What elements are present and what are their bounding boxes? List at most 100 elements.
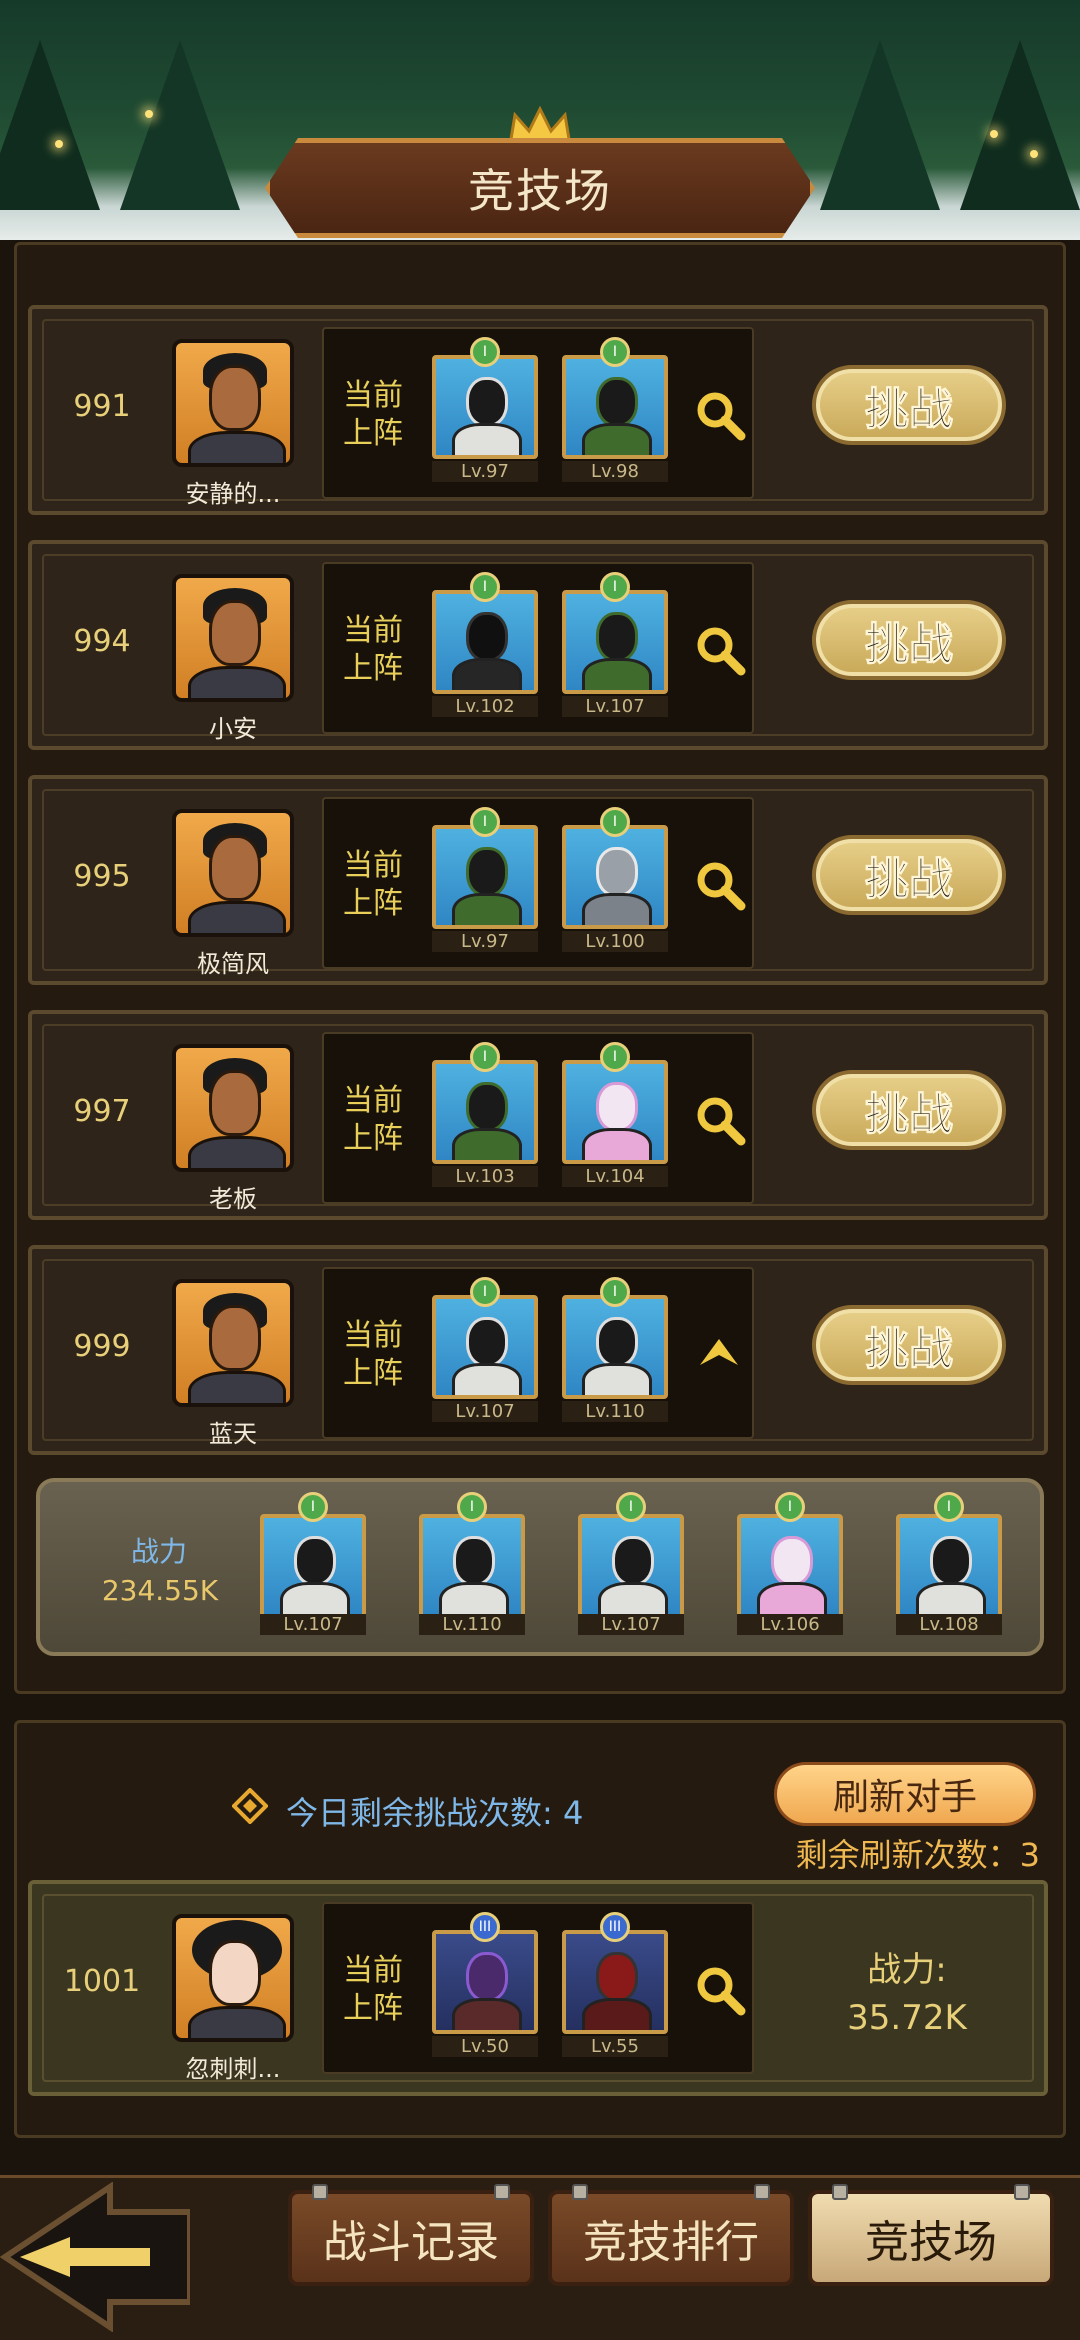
firefly [990, 130, 998, 138]
tree-silhouette [0, 40, 100, 210]
opponent-team-box: 当前 上阵 I Lv.107 I Lv.110 [322, 1267, 754, 1439]
hero-level: Lv.110 [562, 1401, 668, 1422]
hero-rank-badge: I [600, 572, 630, 602]
hero-level: Lv.97 [432, 461, 538, 482]
hero-level: Lv.98 [562, 461, 668, 482]
self-rank: 1001 [63, 1964, 141, 1999]
hero-portrait[interactable] [432, 1930, 538, 2034]
tree-silhouette [820, 40, 940, 210]
opponent-name: 蓝天 [209, 1420, 257, 1448]
hero-portrait[interactable] [432, 590, 538, 694]
hero-level: Lv.107 [562, 696, 668, 717]
hero-portrait[interactable] [562, 825, 668, 929]
hero-rank-badge: I [470, 807, 500, 837]
hero-rank-badge: I [600, 1277, 630, 1307]
hero-rank-badge: I [600, 337, 630, 367]
hero-portrait[interactable] [737, 1514, 843, 1618]
chevron-up-icon[interactable] [696, 1333, 742, 1373]
challenge-button[interactable]: 挑战 [812, 365, 1006, 445]
search-icon[interactable] [694, 389, 746, 441]
hero-rank-badge: I [470, 337, 500, 367]
hero-rank-badge: I [600, 1042, 630, 1072]
self-avatar[interactable] [172, 1914, 294, 2042]
opponent-avatar[interactable] [172, 1279, 294, 1407]
opponent-avatar[interactable] [172, 809, 294, 937]
challenge-button-label: 挑战 [865, 384, 954, 436]
diamond-icon [232, 1788, 268, 1824]
hero-level: Lv.107 [578, 1614, 684, 1635]
challenge-button[interactable]: 挑战 [812, 835, 1006, 915]
challenge-button[interactable]: 挑战 [812, 1305, 1006, 1385]
hero-level: Lv.107 [432, 1401, 538, 1422]
back-arrow-icon[interactable] [0, 2182, 190, 2332]
search-icon[interactable] [694, 859, 746, 911]
hero-level: Lv.100 [562, 931, 668, 952]
power-value: 234.55K [101, 1574, 219, 1607]
opponent-name: 极简风 [197, 950, 269, 978]
nav-tab[interactable]: 竞技排行 [548, 2184, 794, 2286]
opponent-rank: 994 [73, 624, 131, 659]
hero-rank-badge: I [470, 1042, 500, 1072]
hero-level: Lv.110 [419, 1614, 525, 1635]
challenge-button-label: 挑战 [865, 619, 954, 671]
opponent-name: 安静的... [185, 480, 281, 508]
nav-tab-label: 战斗记录 [323, 2217, 499, 2268]
opponent-avatar[interactable] [172, 339, 294, 467]
team-label: 当前 上阵 [343, 378, 403, 451]
opponent-team-box: 当前 上阵 I Lv.97 I Lv.100 [322, 797, 754, 969]
firefly [145, 110, 153, 118]
hero-rank-badge: I [457, 1492, 487, 1522]
hero-level: Lv.97 [432, 931, 538, 952]
hero-level: Lv.107 [260, 1614, 366, 1635]
hero-level: Lv.50 [432, 2036, 538, 2057]
hero-portrait[interactable] [562, 355, 668, 459]
opponent-row: 999 蓝天 当前 上阵 I Lv.107 I Lv.110 挑战 [28, 1245, 1048, 1455]
opponent-avatar[interactable] [172, 1044, 294, 1172]
firefly [1030, 150, 1038, 158]
search-icon[interactable] [694, 1964, 746, 2016]
hero-portrait[interactable] [562, 1060, 668, 1164]
hero-level: Lv.104 [562, 1166, 668, 1187]
hero-portrait[interactable] [432, 355, 538, 459]
opponent-row: 994 小安 当前 上阵 I Lv.102 I Lv.107 挑战 [28, 540, 1048, 750]
opponent-row: 997 老板 当前 上阵 I Lv.103 I Lv.104 挑战 [28, 1010, 1048, 1220]
hero-portrait[interactable] [562, 590, 668, 694]
challenge-button[interactable]: 挑战 [812, 1070, 1006, 1150]
remaining-challenges-text: 今日剩余挑战次数: 4 [286, 1794, 584, 1832]
tree-silhouette [120, 40, 240, 210]
hero-rank-badge: I [934, 1492, 964, 1522]
opponent-row: 995 极简风 当前 上阵 I Lv.97 I Lv.100 挑战 [28, 775, 1048, 985]
team-label: 当前 上阵 [343, 613, 403, 686]
nav-tab-label: 竞技场 [865, 2217, 997, 2268]
nav-tab[interactable]: 竞技场 [808, 2184, 1054, 2286]
page-title: 竞技场 [468, 164, 612, 218]
hero-portrait[interactable] [562, 1930, 668, 2034]
hero-rank-badge: I [775, 1492, 805, 1522]
opponent-avatar[interactable] [172, 574, 294, 702]
self-row: 1001 忽刺刺... 当前 上阵 III Lv.50 III Lv.55 战力:… [28, 1880, 1048, 2096]
hero-portrait[interactable] [260, 1514, 366, 1618]
hero-level: Lv.103 [432, 1166, 538, 1187]
self-name: 忽刺刺... [185, 2055, 281, 2083]
opponent-rank: 991 [73, 389, 131, 424]
search-icon[interactable] [694, 1094, 746, 1146]
hero-portrait[interactable] [562, 1295, 668, 1399]
hero-portrait[interactable] [432, 1295, 538, 1399]
hero-portrait[interactable] [578, 1514, 684, 1618]
hero-rank-badge: III [470, 1912, 500, 1942]
challenge-button-label: 挑战 [865, 854, 954, 906]
hero-portrait[interactable] [432, 1060, 538, 1164]
hero-rank-badge: I [616, 1492, 646, 1522]
self-power-value: 35.72K [847, 1998, 967, 2038]
hero-portrait[interactable] [432, 825, 538, 929]
opponent-rank: 997 [73, 1094, 131, 1129]
hero-portrait[interactable] [896, 1514, 1002, 1618]
search-icon[interactable] [694, 624, 746, 676]
challenge-button[interactable]: 挑战 [812, 600, 1006, 680]
hero-portrait[interactable] [419, 1514, 525, 1618]
nav-tab[interactable]: 战斗记录 [288, 2184, 534, 2286]
team-label: 当前 上阵 [343, 1318, 403, 1391]
hero-level: Lv.106 [737, 1614, 843, 1635]
refresh-opponents-button[interactable]: 刷新对手 [774, 1762, 1036, 1826]
opponent-row: 991 安静的... 当前 上阵 I Lv.97 I Lv.98 挑战 [28, 305, 1048, 515]
